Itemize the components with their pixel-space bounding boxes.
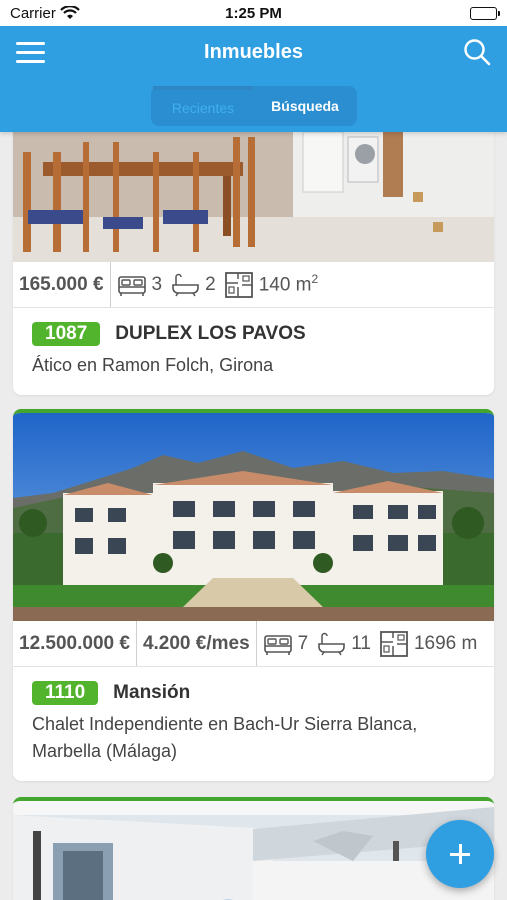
add-listing-button[interactable] bbox=[426, 820, 494, 888]
tab-recientes[interactable]: Recientes bbox=[153, 86, 253, 126]
property-location: Ático en Ramon Folch, Girona bbox=[32, 355, 274, 375]
reference-badge: 1110 bbox=[32, 681, 99, 705]
page-title: Inmuebles bbox=[204, 41, 303, 63]
price: 165.000 € bbox=[13, 262, 111, 307]
floorplan-icon bbox=[380, 630, 408, 657]
reference-badge: 1087 bbox=[32, 322, 101, 346]
bed-icon bbox=[117, 275, 146, 296]
status-bar: Carrier 1:25 PM bbox=[0, 0, 507, 26]
clock: 1:25 PM bbox=[225, 5, 282, 22]
price: 12.500.000 € bbox=[13, 621, 137, 666]
area-value: 1696 m bbox=[413, 632, 478, 654]
bathrooms-count: 2 bbox=[205, 273, 216, 295]
listing-photo bbox=[13, 801, 494, 900]
bedrooms-count: 7 bbox=[297, 632, 309, 654]
bedrooms-count: 3 bbox=[151, 273, 163, 295]
app-header: Inmuebles Recientes Búsqueda bbox=[0, 26, 507, 132]
search-icon[interactable] bbox=[463, 38, 493, 68]
battery-icon bbox=[470, 7, 500, 20]
property-name: Mansión bbox=[113, 682, 191, 703]
property-name: DUPLEX LOS PAVOS bbox=[115, 323, 306, 344]
listing-photo bbox=[13, 132, 494, 262]
listing-info: 1087 DUPLEX LOS PAVOS Ático en Ramon Fol… bbox=[13, 308, 494, 395]
listing-photo bbox=[13, 413, 494, 621]
floorplan-icon bbox=[224, 271, 253, 298]
listing-info: 1110 Mansión Chalet Independiente en Bac… bbox=[13, 667, 494, 781]
listing-feed: 165.000 € 3 2 140 m2 1087 DUPLEX LOS PAV… bbox=[0, 132, 507, 900]
listing-card[interactable] bbox=[13, 797, 494, 900]
listing-card[interactable]: 165.000 € 3 2 140 m2 1087 DUPLEX LOS PAV… bbox=[13, 132, 494, 395]
listing-specs: 165.000 € 3 2 140 m2 bbox=[13, 262, 494, 308]
area-value: 140 m2 bbox=[258, 272, 319, 296]
bathtub-icon bbox=[172, 273, 199, 296]
tab-busqueda[interactable]: Búsqueda bbox=[255, 86, 355, 126]
segmented-control: Recientes Búsqueda bbox=[151, 86, 357, 126]
bathrooms-count: 11 bbox=[351, 632, 371, 654]
bathtub-icon bbox=[318, 632, 346, 655]
listing-specs: 12.500.000 € 4.200 €/mes 7 11 1696 m bbox=[13, 621, 494, 667]
property-location: Chalet Independiente en Bach-Ur Sierra B… bbox=[32, 714, 418, 761]
rent-price: 4.200 €/mes bbox=[137, 621, 257, 666]
listing-card[interactable]: 12.500.000 € 4.200 €/mes 7 11 1696 m 111… bbox=[13, 409, 494, 781]
bed-icon bbox=[263, 634, 292, 655]
